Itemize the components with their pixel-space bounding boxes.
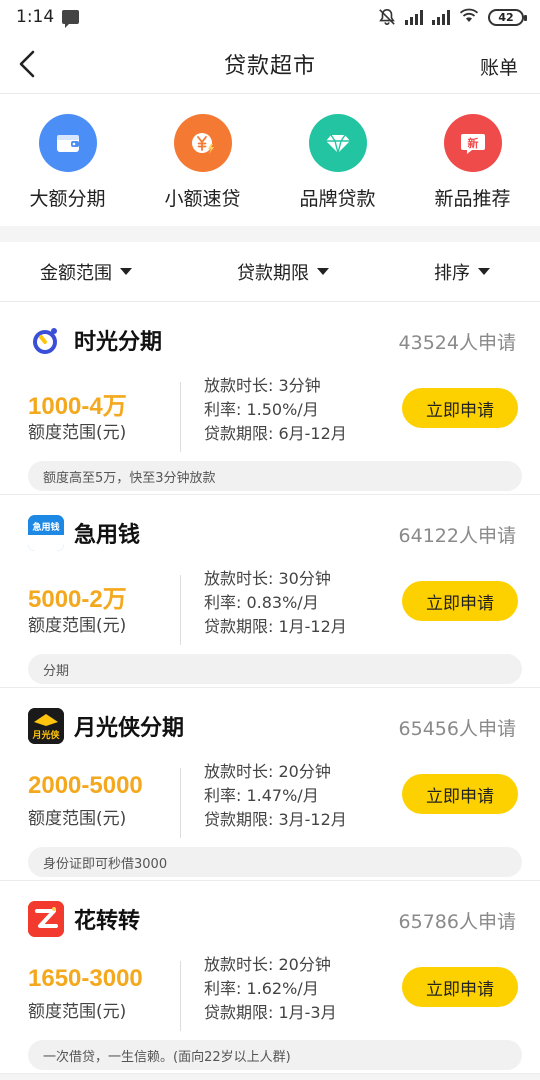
back-button[interactable] — [14, 48, 42, 80]
category-row: 大额分期 小额速贷 品牌贷款 新 新品推荐 — [0, 94, 540, 226]
category-label: 小额速贷 — [164, 188, 241, 210]
filter-loan-term[interactable]: 贷款期限 — [237, 259, 329, 285]
product-card[interactable]: 月光侠 月光侠分期 65456人申请 2000-5000 额度范围(元) 放款时… — [0, 688, 540, 881]
loan-term: 贷款期限: 3月-12月 — [204, 810, 347, 829]
disbursement-time: 放款时长: 30分钟 — [204, 569, 331, 588]
message-icon — [62, 10, 80, 28]
diamond-icon — [308, 114, 367, 172]
new-badge-icon: 新 — [443, 114, 502, 172]
product-tag: 额度高至5万，快至3分钟放款 — [28, 461, 522, 491]
interest-rate: 利率: 1.62%/月 — [204, 979, 319, 998]
product-name: 急用钱 — [74, 523, 141, 548]
status-time: 1:14 — [16, 7, 55, 27]
filter-label: 金额范围 — [40, 262, 112, 284]
category-small-fast-loan[interactable]: 小额速贷 — [135, 114, 270, 211]
product-details: 放款时长: 20分钟 利率: 1.62%/月 贷款期限: 1月-3月 — [204, 953, 337, 1025]
category-brand-loan[interactable]: 品牌贷款 — [270, 114, 405, 211]
filter-sort[interactable]: 排序 — [434, 259, 490, 285]
divider — [180, 575, 181, 645]
interest-rate: 利率: 0.83%/月 — [204, 593, 319, 612]
mute-bell-icon — [378, 8, 396, 26]
product-name: 花转转 — [74, 909, 141, 934]
signal-icon — [405, 9, 423, 25]
amount-range: 5000-2万 — [28, 586, 127, 613]
page-title: 贷款超市 — [223, 53, 316, 79]
category-label: 新品推荐 — [434, 188, 511, 210]
divider — [180, 382, 181, 452]
loan-term: 贷款期限: 1月-12月 — [204, 617, 347, 636]
product-card[interactable]: 急用钱 急用钱 64122人申请 5000-2万 额度范围(元) 放款时长: 3… — [0, 495, 540, 688]
yen-lightning-icon — [173, 114, 232, 172]
apply-button[interactable]: 立即申请 — [402, 967, 518, 1007]
disbursement-time: 放款时长: 20分钟 — [204, 762, 331, 781]
category-label: 大额分期 — [29, 188, 106, 210]
interest-rate: 利率: 1.47%/月 — [204, 786, 319, 805]
amount-range-label: 额度范围(元) — [28, 616, 127, 636]
disbursement-time: 放款时长: 3分钟 — [204, 376, 321, 395]
product-details: 放款时长: 30分钟 利率: 0.83%/月 贷款期限: 1月-12月 — [204, 567, 347, 639]
battery-icon: 42 — [488, 8, 527, 26]
amount-range-label: 额度范围(元) — [28, 1002, 127, 1022]
product-details: 放款时长: 3分钟 利率: 1.50%/月 贷款期限: 6月-12月 — [204, 374, 347, 446]
amount-range: 1000-4万 — [28, 393, 127, 420]
category-new-products[interactable]: 新 新品推荐 — [405, 114, 540, 211]
amount-range-label: 额度范围(元) — [28, 423, 127, 443]
logo-text: 月光侠 — [31, 729, 60, 741]
product-tag: 一次借贷，一生信赖。(面向22岁以上人群) — [28, 1040, 522, 1070]
product-details: 放款时长: 20分钟 利率: 1.47%/月 贷款期限: 3月-12月 — [204, 760, 347, 832]
applicant-count: 65456人申请 — [398, 718, 516, 740]
product-tag: 分期 — [28, 654, 522, 684]
signal-icon — [432, 9, 450, 25]
time-installment-logo — [28, 322, 64, 358]
caret-down-icon — [120, 268, 132, 275]
filter-bar: 金额范围 贷款期限 排序 — [0, 242, 540, 302]
product-tag: 身份证即可秒借3000 — [28, 847, 522, 877]
wifi-icon — [459, 7, 479, 28]
product-name: 时光分期 — [74, 330, 163, 355]
loan-term: 贷款期限: 6月-12月 — [204, 424, 347, 443]
loan-term: 贷款期限: 1月-3月 — [204, 1003, 337, 1022]
interest-rate: 利率: 1.50%/月 — [204, 400, 319, 419]
filter-label: 排序 — [434, 262, 470, 284]
category-large-installment[interactable]: 大额分期 — [0, 114, 135, 211]
apply-button[interactable]: 立即申请 — [402, 774, 518, 814]
caret-down-icon — [317, 268, 329, 275]
product-card[interactable]: 花转转 65786人申请 1650-3000 额度范围(元) 放款时长: 20分… — [0, 881, 540, 1074]
new-badge-text: 新 — [467, 136, 478, 150]
chevron-left-icon — [19, 50, 35, 78]
caret-down-icon — [478, 268, 490, 275]
applicant-count: 65786人申请 — [398, 911, 516, 933]
urgent-money-logo: 急用钱 — [28, 515, 64, 551]
product-card[interactable]: 时光分期 43524人申请 1000-4万 额度范围(元) 放款时长: 3分钟 … — [0, 302, 540, 495]
applicant-count: 43524人申请 — [398, 332, 516, 354]
moonlight-hero-logo: 月光侠 — [28, 708, 64, 744]
applicant-count: 64122人申请 — [398, 525, 516, 547]
logo-text: 急用钱 — [32, 521, 59, 533]
divider — [180, 768, 181, 838]
category-label: 品牌贷款 — [299, 188, 376, 210]
status-bar: 1:14 42 — [0, 0, 540, 34]
hua-zhuanzhuan-logo — [28, 901, 64, 937]
filter-amount-range[interactable]: 金额范围 — [40, 259, 132, 285]
amount-range-label: 额度范围(元) — [28, 809, 127, 829]
disbursement-time: 放款时长: 20分钟 — [204, 955, 331, 974]
divider — [180, 961, 181, 1031]
filter-label: 贷款期限 — [237, 262, 309, 284]
nav-bar: 贷款超市 账单 — [0, 34, 540, 94]
amount-range: 1650-3000 — [28, 965, 143, 992]
amount-range: 2000-5000 — [28, 772, 143, 799]
apply-button[interactable]: 立即申请 — [402, 388, 518, 428]
bill-link[interactable]: 账单 — [480, 53, 518, 80]
wallet-icon — [38, 114, 97, 172]
product-name: 月光侠分期 — [74, 716, 185, 741]
apply-button[interactable]: 立即申请 — [402, 581, 518, 621]
